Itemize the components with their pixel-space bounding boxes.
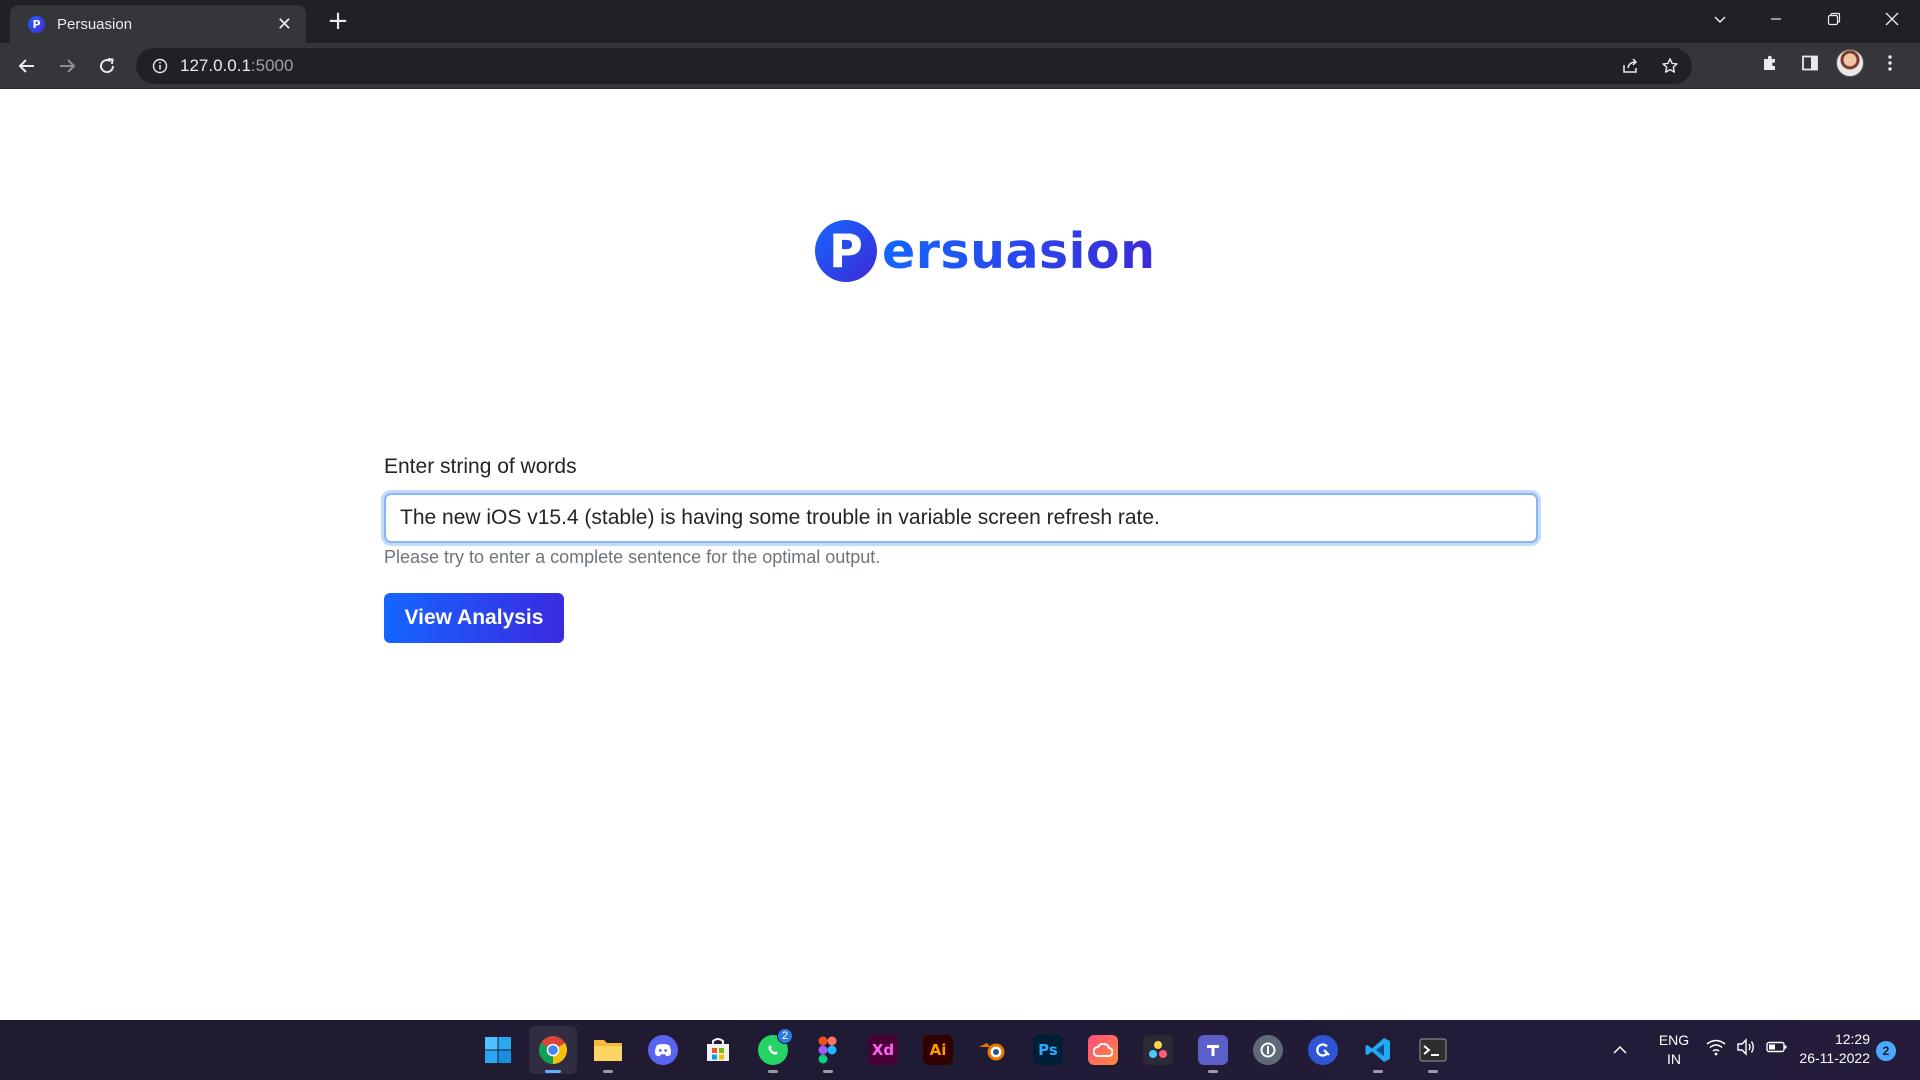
close-window-button[interactable] — [1864, 0, 1920, 38]
taskbar-store[interactable] — [694, 1026, 742, 1074]
taskbar-davinci-resolve[interactable] — [1134, 1026, 1182, 1074]
minimize-button[interactable] — [1748, 0, 1804, 38]
input-language-button[interactable]: ENG IN — [1654, 1031, 1694, 1069]
restore-icon — [1827, 12, 1841, 26]
taskbar-file-explorer[interactable] — [584, 1026, 632, 1074]
logo: P ersuasion — [815, 220, 1156, 282]
notification-center-badge[interactable]: 2 — [1876, 1041, 1896, 1061]
forward-button[interactable] — [50, 49, 84, 83]
figma-icon — [818, 1036, 837, 1064]
arrow-left-icon — [18, 59, 34, 73]
restore-button[interactable] — [1806, 0, 1862, 38]
new-tab-button[interactable]: + — [325, 8, 351, 34]
vscode-icon — [1365, 1038, 1390, 1062]
taskbar-vscode[interactable] — [1354, 1026, 1402, 1074]
start-icon — [485, 1037, 511, 1063]
teams-icon — [1198, 1035, 1228, 1065]
microsoft-store-icon — [707, 1038, 729, 1061]
taskbar-search-app[interactable] — [1299, 1026, 1347, 1074]
share-button[interactable] — [1616, 52, 1644, 80]
puzzle-icon — [1764, 55, 1775, 70]
share-icon — [1623, 58, 1638, 73]
url-text: 127.0.0.1:5000 — [180, 56, 294, 75]
side-panel-button[interactable] — [1796, 49, 1824, 77]
taskbar-adobe-illustrator[interactable]: Ai — [914, 1026, 962, 1074]
taskbar-apps: 2 Xd Ai Ps — [474, 1026, 1457, 1074]
favicon-icon: P — [28, 15, 45, 33]
view-analysis-button[interactable]: View Analysis — [384, 593, 564, 643]
address-bar[interactable]: 127.0.0.1:5000 — [136, 48, 1692, 84]
web-page: P ersuasion Enter string of words Please… — [0, 89, 1920, 1020]
adobe-photoshop-icon: Ps — [1033, 1035, 1063, 1065]
taskbar: 2 Xd Ai Ps ENG IN 12:29 26-11-2022 2 — [0, 1020, 1920, 1080]
taskbar-whatsapp[interactable]: 2 — [749, 1026, 797, 1074]
file-explorer-icon — [594, 1040, 622, 1061]
avatar — [1836, 49, 1864, 77]
bookmark-button[interactable] — [1656, 52, 1684, 80]
logo-mark: P — [815, 220, 877, 282]
wifi-icon — [1706, 1039, 1726, 1056]
minimize-icon — [1771, 18, 1781, 20]
notification-badge: 2 — [777, 1028, 793, 1044]
taskbar-blender[interactable] — [969, 1026, 1017, 1074]
tab-title: Persuasion — [57, 15, 133, 33]
taskbar-terminal[interactable] — [1409, 1026, 1457, 1074]
side-panel-icon — [1802, 55, 1818, 71]
star-icon — [1662, 58, 1678, 73]
chevron-down-icon — [1714, 16, 1726, 24]
start-button[interactable] — [474, 1026, 522, 1074]
taskbar-figma[interactable] — [804, 1026, 852, 1074]
input-label: Enter string of words — [384, 455, 577, 478]
taskbar-sync-app[interactable] — [1244, 1026, 1292, 1074]
terminal-icon — [1419, 1038, 1447, 1062]
adobe-illustrator-icon: Ai — [923, 1035, 953, 1065]
tab-strip: P Persuasion ✕ + — [0, 0, 1920, 43]
browser-toolbar: 127.0.0.1:5000 — [0, 43, 1920, 89]
info-icon — [152, 58, 168, 74]
active-indicator — [545, 1070, 561, 1073]
volume-icon — [1737, 1038, 1754, 1056]
chrome-icon — [539, 1036, 567, 1064]
clock[interactable]: 12:29 26-11-2022 — [1780, 1030, 1870, 1068]
kebab-menu-icon — [1888, 55, 1892, 71]
tab-search-button[interactable] — [1692, 0, 1748, 38]
show-hidden-icons-button[interactable] — [1608, 1038, 1632, 1062]
chevron-up-icon — [1613, 1045, 1627, 1054]
search-app-icon — [1308, 1035, 1338, 1065]
davinci-resolve-icon — [1143, 1035, 1173, 1065]
taskbar-chrome[interactable] — [529, 1026, 577, 1074]
adobe-xd-icon: Xd — [868, 1035, 898, 1065]
taskbar-creative-cloud[interactable] — [1079, 1026, 1127, 1074]
taskbar-adobe-xd[interactable]: Xd — [859, 1026, 907, 1074]
tab-persuasion[interactable]: P Persuasion ✕ — [10, 5, 306, 43]
taskbar-discord[interactable] — [639, 1026, 687, 1074]
reload-icon — [100, 58, 115, 74]
taskbar-teams[interactable] — [1189, 1026, 1237, 1074]
sync-icon — [1253, 1035, 1283, 1065]
discord-icon — [648, 1035, 678, 1065]
reload-button[interactable] — [90, 49, 124, 83]
menu-button[interactable] — [1876, 49, 1904, 77]
creative-cloud-icon — [1088, 1035, 1118, 1065]
quick-settings-button[interactable] — [1706, 1038, 1788, 1056]
back-button[interactable] — [10, 49, 44, 83]
sentence-input[interactable] — [384, 493, 1538, 543]
blender-icon — [979, 1043, 1005, 1061]
profile-button[interactable] — [1836, 49, 1864, 77]
taskbar-adobe-photoshop[interactable]: Ps — [1024, 1026, 1072, 1074]
logo-text: ersuasion — [882, 222, 1156, 280]
input-hint: Please try to enter a complete sentence … — [384, 547, 881, 567]
extensions-button[interactable] — [1756, 49, 1784, 77]
arrow-right-icon — [60, 59, 76, 73]
tab-close-icon[interactable]: ✕ — [277, 15, 292, 33]
close-icon — [1885, 12, 1899, 26]
